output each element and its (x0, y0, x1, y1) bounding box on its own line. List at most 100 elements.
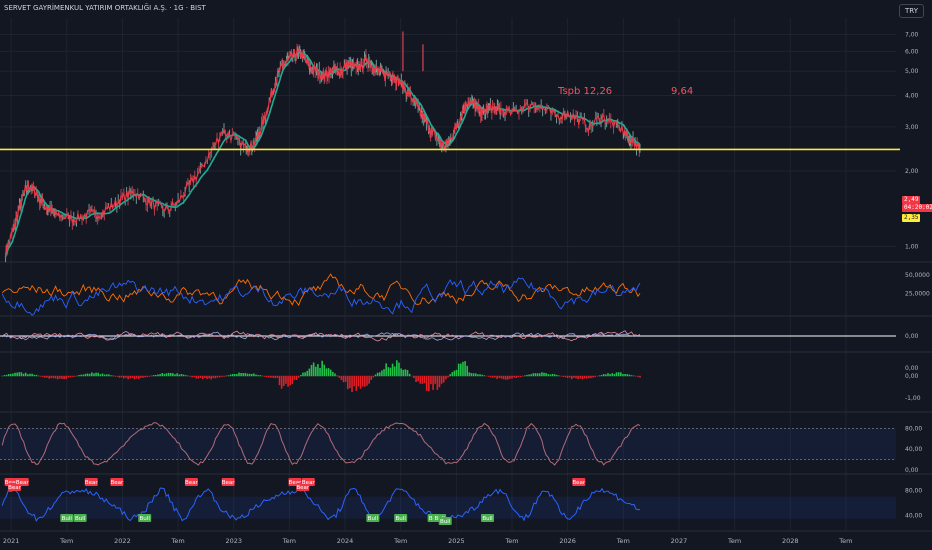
histogram-bar (12, 373, 14, 377)
y-tick-label: 6,00 (905, 48, 919, 55)
y-tick-label: 40,00 (905, 446, 922, 453)
histogram-bar (174, 374, 176, 377)
histogram-bar (479, 374, 481, 377)
histogram-bar (536, 373, 539, 377)
histogram-bar (545, 373, 547, 377)
histogram-bar (261, 375, 264, 377)
histogram-bar (496, 375, 498, 379)
histogram-bar (82, 374, 85, 377)
histogram-bar (366, 375, 368, 386)
bear-signal: Bear (572, 478, 586, 486)
currency-button[interactable]: TRY (899, 4, 924, 18)
histogram-bar (389, 367, 392, 377)
histogram-bar (61, 375, 63, 379)
osc1-blue-line (1, 277, 641, 316)
level-label: 2,35 (902, 214, 921, 222)
histogram-bar (193, 375, 195, 378)
histogram-bar (329, 369, 332, 377)
histogram-bar (29, 373, 31, 377)
histogram-bar (524, 375, 526, 377)
histogram-bar (242, 373, 245, 377)
histogram-bar (308, 368, 311, 377)
histogram-bar (620, 372, 622, 377)
histogram-bar (150, 375, 153, 377)
histogram-bar (336, 375, 338, 377)
histogram-bar (189, 375, 191, 377)
histogram-bar (624, 373, 626, 377)
histogram-bar (577, 375, 579, 380)
histogram-bar (71, 375, 74, 377)
histogram-bar (33, 374, 36, 377)
histogram-bar (50, 375, 53, 379)
bear-signal: Bear (184, 478, 199, 486)
histogram-bar (22, 373, 25, 377)
histogram-bar (361, 375, 364, 387)
histogram-bar (477, 374, 479, 377)
price-line (5, 47, 641, 258)
histogram-bar (93, 373, 95, 377)
histogram-bar (445, 375, 447, 380)
histogram-bar (9, 373, 12, 377)
histogram-bar (91, 372, 93, 377)
histogram-bar (152, 375, 155, 377)
histogram-bar (265, 375, 268, 378)
bull-signal: Bull (481, 514, 495, 522)
histogram-bar (54, 375, 57, 379)
histogram-bar (440, 375, 443, 384)
histogram-bar (99, 374, 102, 377)
histogram-bar (133, 375, 136, 380)
histogram-bar (31, 373, 33, 377)
histogram-bar (588, 375, 590, 379)
histogram-bars (1, 360, 641, 392)
histogram-bar (487, 375, 490, 377)
histogram-bar (291, 375, 294, 385)
y-tick-label: 80,00 (905, 488, 922, 495)
x-tick-label: 2021 (3, 537, 20, 545)
histogram-bar (297, 375, 300, 378)
histogram-bar (157, 374, 159, 377)
histogram-bar (295, 375, 298, 380)
histogram-bar (581, 375, 584, 380)
histogram-bar (131, 375, 134, 379)
histogram-bar (18, 372, 21, 377)
histogram-bar (274, 375, 277, 379)
histogram-bar (24, 372, 27, 377)
histogram-bar (263, 375, 266, 377)
histogram-bar (142, 375, 144, 378)
bull-label-text: Bull (440, 519, 451, 525)
chart-canvas[interactable]: 2021 Tem 2022 Tem 2023 Tem 2024 Tem 2025 Tem 2026 T… (0, 0, 932, 550)
histogram-bar (191, 375, 193, 378)
histogram-bar (530, 374, 533, 377)
histogram-bar (270, 375, 272, 378)
histogram-bar (509, 375, 511, 379)
histogram-bar (280, 375, 283, 389)
histogram-bar (560, 375, 562, 377)
histogram-bar (430, 375, 432, 385)
histogram-bar (95, 372, 97, 377)
histogram-bar (323, 364, 326, 377)
histogram-bar (129, 375, 132, 379)
histogram-bar (513, 375, 515, 378)
histogram-bar (460, 363, 462, 377)
histogram-bar (278, 375, 281, 386)
histogram-bar (553, 374, 556, 377)
histogram-bar (236, 374, 238, 377)
histogram-bar (449, 374, 451, 377)
histogram-bar (462, 361, 464, 377)
bear-label-text: Bear (572, 480, 586, 486)
histogram-bar (65, 375, 68, 379)
histogram-bar (167, 372, 170, 377)
bull-signal: Bull (73, 514, 87, 522)
histogram-bar (3, 375, 6, 377)
histogram-bar (67, 375, 70, 378)
histogram-bar (376, 372, 379, 377)
histogram-bar (73, 375, 76, 377)
histogram-bar (300, 374, 302, 377)
histogram-bar (472, 373, 475, 377)
bear-label-text: Bear (185, 480, 199, 486)
histogram-bar (442, 375, 445, 383)
histogram-bar (474, 373, 477, 377)
histogram-bar (112, 375, 114, 377)
bull-label-text: Bull (140, 516, 151, 522)
histogram-bar (1, 375, 4, 377)
